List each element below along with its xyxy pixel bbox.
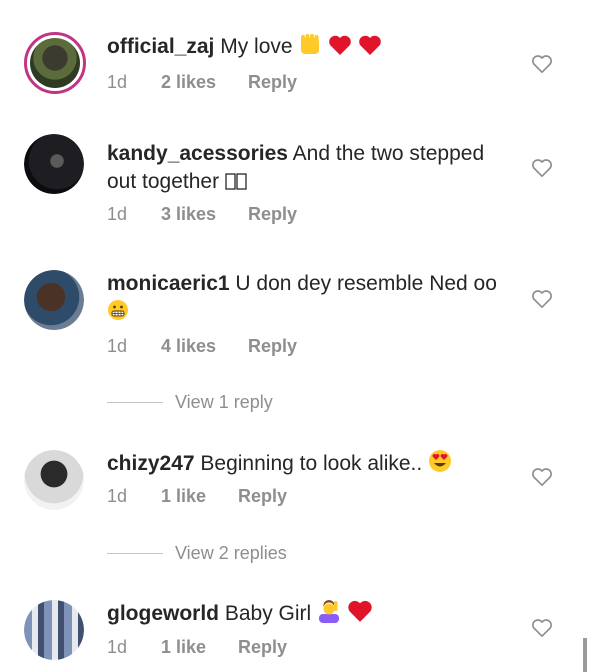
unsupported-glyph-icon — [225, 171, 247, 199]
heart-outline-icon[interactable] — [531, 54, 553, 74]
comment-username[interactable]: chizy247 — [107, 452, 195, 475]
red-heart-emoji — [358, 34, 382, 64]
view-replies-label[interactable]: View 1 reply — [175, 392, 273, 413]
comment-username[interactable]: official_zaj — [107, 35, 214, 58]
comment-text: Baby Girl — [224, 602, 312, 625]
view-replies-toggle[interactable]: View 1 reply — [107, 392, 273, 413]
person-raising-hand-emoji — [317, 599, 341, 631]
heart-outline-icon[interactable] — [531, 158, 553, 178]
avatar[interactable] — [24, 134, 84, 194]
view-replies-label[interactable]: View 2 replies — [175, 543, 287, 564]
grimacing-emoji — [107, 299, 129, 329]
reply-button[interactable]: Reply — [238, 486, 287, 507]
reply-button[interactable]: Reply — [238, 637, 287, 658]
comment-likes[interactable]: 4 likes — [161, 336, 216, 357]
heart-eyes-emoji — [428, 449, 452, 481]
view-replies-toggle[interactable]: View 2 replies — [107, 543, 287, 564]
replies-divider — [107, 402, 163, 403]
comment-likes[interactable]: 1 like — [161, 637, 206, 658]
comment-time: 1d — [107, 72, 128, 92]
heart-outline-icon[interactable] — [531, 618, 553, 638]
comment-likes[interactable]: 1 like — [161, 486, 206, 507]
comment-likes[interactable]: 2 likes — [161, 72, 216, 93]
comment-text: U don dey resemble Ned oo — [235, 272, 497, 295]
red-heart-emoji — [328, 34, 352, 64]
comment-time: 1d — [107, 204, 128, 224]
scrollbar[interactable] — [583, 638, 587, 672]
heart-outline-icon[interactable] — [531, 467, 553, 487]
comment-time: 1d — [107, 486, 128, 506]
comment-time: 1d — [107, 336, 128, 356]
comment-time: 1d — [107, 637, 128, 657]
avatar[interactable] — [24, 600, 84, 660]
avatar[interactable] — [24, 32, 86, 94]
comment-likes[interactable]: 3 likes — [161, 204, 216, 225]
comment-username[interactable]: kandy_acessories — [107, 142, 288, 165]
comment-text: My love — [220, 35, 293, 58]
comment-text: Beginning to look alike.. — [200, 452, 423, 475]
raised-fist-emoji — [298, 32, 322, 64]
reply-button[interactable]: Reply — [248, 204, 297, 225]
replies-divider — [107, 553, 163, 554]
comment-username[interactable]: glogeworld — [107, 602, 219, 625]
avatar[interactable] — [24, 450, 84, 510]
reply-button[interactable]: Reply — [248, 336, 297, 357]
reply-button[interactable]: Reply — [248, 72, 297, 93]
heart-outline-icon[interactable] — [531, 289, 553, 309]
comment-username[interactable]: monicaeric1 — [107, 272, 230, 295]
red-heart-emoji — [347, 599, 373, 631]
avatar[interactable] — [24, 270, 84, 330]
